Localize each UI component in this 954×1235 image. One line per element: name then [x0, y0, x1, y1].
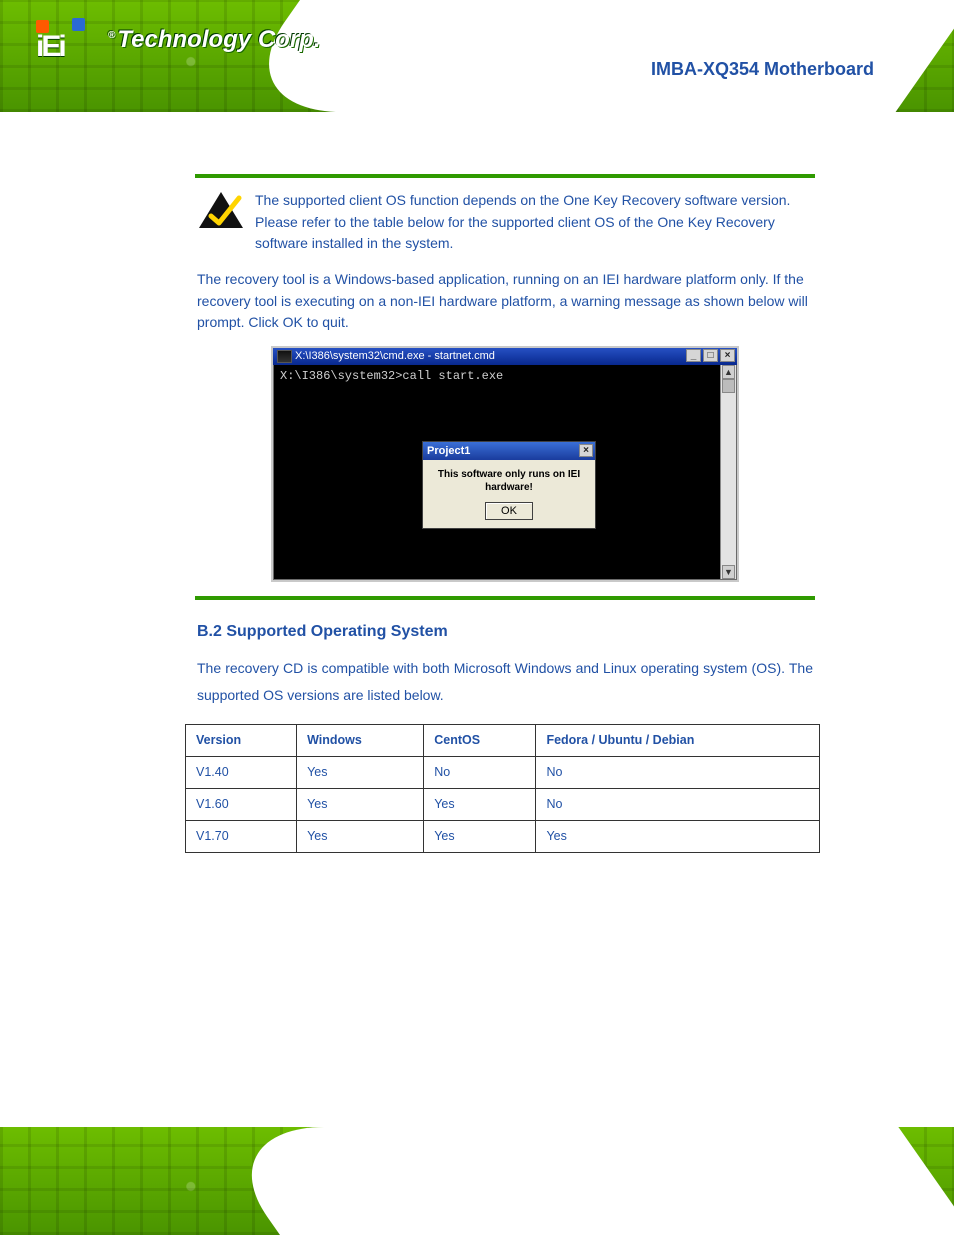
table-row: V1.40 Yes No No	[186, 757, 820, 789]
minimize-icon[interactable]: _	[686, 349, 701, 362]
footer-band	[0, 1127, 954, 1235]
cell: V1.70	[186, 821, 297, 853]
cmd-scrollbar[interactable]: ▲ ▼	[720, 365, 736, 579]
brand-logo: iEi ®Technology Corp.	[36, 18, 320, 62]
cell: Yes	[536, 821, 820, 853]
alert-body: This software only runs on IEI hardware!…	[423, 460, 595, 528]
embedded-screenshot: X:\I386\system32\cmd.exe - startnet.cmd …	[273, 348, 737, 580]
footer-swoosh	[204, 1127, 954, 1235]
logo-mark: iEi	[36, 18, 96, 62]
os-support-table: Version Windows CentOS Fedora / Ubuntu /…	[185, 724, 820, 853]
content-column: The supported client OS function depends…	[185, 140, 825, 871]
table-row: V1.70 Yes Yes Yes	[186, 821, 820, 853]
table-head: Version Windows CentOS Fedora / Ubuntu /…	[186, 725, 820, 757]
th-2: CentOS	[424, 725, 536, 757]
cell: Yes	[424, 821, 536, 853]
alert-message: This software only runs on IEI hardware!	[438, 469, 580, 493]
section-paragraph: The recovery CD is compatible with both …	[197, 655, 813, 708]
cmd-window-controls: _ □ ×	[686, 349, 735, 362]
brand-text: ®Technology Corp.	[108, 28, 320, 52]
cell: Yes	[297, 789, 424, 821]
cell: V1.40	[186, 757, 297, 789]
cmd-title-text: X:\I386\system32\cmd.exe - startnet.cmd	[295, 350, 495, 362]
table-row: V1.60 Yes Yes No	[186, 789, 820, 821]
warning-check-icon	[197, 190, 245, 230]
alert-titlebar: Project1 ×	[423, 442, 595, 460]
cmd-text-line: X:\I386\system32>call start.exe	[274, 365, 720, 389]
cell: Yes	[297, 821, 424, 853]
alert-close-icon[interactable]: ×	[579, 444, 593, 457]
logo-square-blue	[72, 18, 85, 31]
cell: No	[424, 757, 536, 789]
th-3: Fedora / Ubuntu / Debian	[536, 725, 820, 757]
section-heading: B.2 Supported Operating System	[197, 622, 813, 643]
cell: No	[536, 757, 820, 789]
notice-paragraph-2: The recovery tool is a Windows-based app…	[197, 269, 813, 334]
page-root: iEi ®Technology Corp. IMBA-XQ354 Motherb…	[0, 0, 954, 1235]
alert-popup: Project1 × This software only runs on IE…	[422, 441, 596, 529]
logo-letters: iEi	[36, 32, 64, 62]
cmd-window-title: X:\I386\system32\cmd.exe - startnet.cmd …	[273, 348, 737, 365]
notice-divider-top	[195, 174, 815, 178]
table-body: V1.40 Yes No No V1.60 Yes Yes No V1.70 Y…	[186, 757, 820, 853]
registered-mark: ®	[108, 30, 115, 41]
cmd-window: X:\I386\system32\cmd.exe - startnet.cmd …	[273, 348, 737, 580]
notice-divider-bottom	[195, 596, 815, 600]
doc-title: IMBA-XQ354 Motherboard	[651, 60, 874, 80]
header-swoosh	[222, 0, 954, 112]
table-header-row: Version Windows CentOS Fedora / Ubuntu /…	[186, 725, 820, 757]
cell: Yes	[424, 789, 536, 821]
close-icon[interactable]: ×	[720, 349, 735, 362]
th-0: Version	[186, 725, 297, 757]
alert-title-text: Project1	[427, 445, 470, 457]
brand-name: Technology Corp.	[117, 26, 320, 53]
notice-paragraph-1: The supported client OS function depends…	[255, 190, 813, 255]
cell: V1.60	[186, 789, 297, 821]
maximize-icon[interactable]: □	[703, 349, 718, 362]
scroll-up-icon[interactable]: ▲	[722, 365, 735, 379]
alert-ok-button[interactable]: OK	[485, 502, 533, 520]
header-band: iEi ®Technology Corp. IMBA-XQ354 Motherb…	[0, 0, 954, 112]
scroll-down-icon[interactable]: ▼	[722, 565, 735, 579]
scroll-thumb[interactable]	[722, 379, 735, 393]
th-1: Windows	[297, 725, 424, 757]
cell: Yes	[297, 757, 424, 789]
cell: No	[536, 789, 820, 821]
